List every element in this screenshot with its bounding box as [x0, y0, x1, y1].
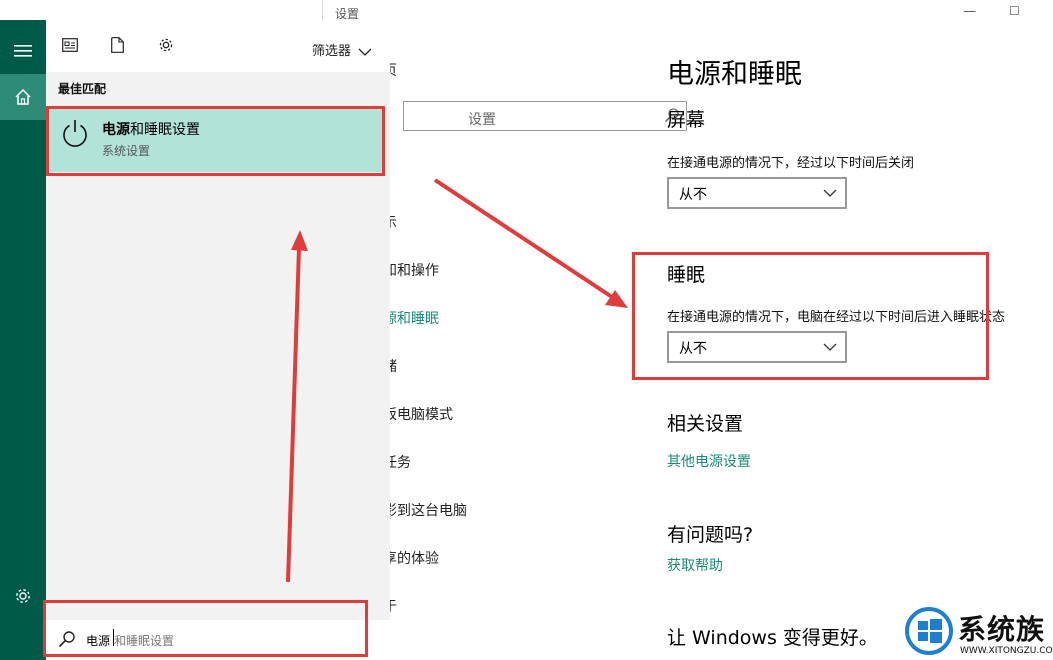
- arrow-up: [286, 230, 308, 583]
- arrow-right-down: [433, 178, 628, 308]
- watermark: 系统族 WWW.XITONGZU.COM: [900, 604, 1053, 660]
- watermark-logo: [905, 607, 953, 655]
- annotation-arrows: [286, 178, 628, 583]
- desktop: 设置 — ☐ 页 设置 示 知和操作 源和睡眠 储 板电脑模式 任务 影到这台电…: [0, 0, 1053, 660]
- watermark-url: WWW.XITONGZU.COM: [960, 646, 1053, 656]
- watermark-text: 系统族: [958, 613, 1046, 646]
